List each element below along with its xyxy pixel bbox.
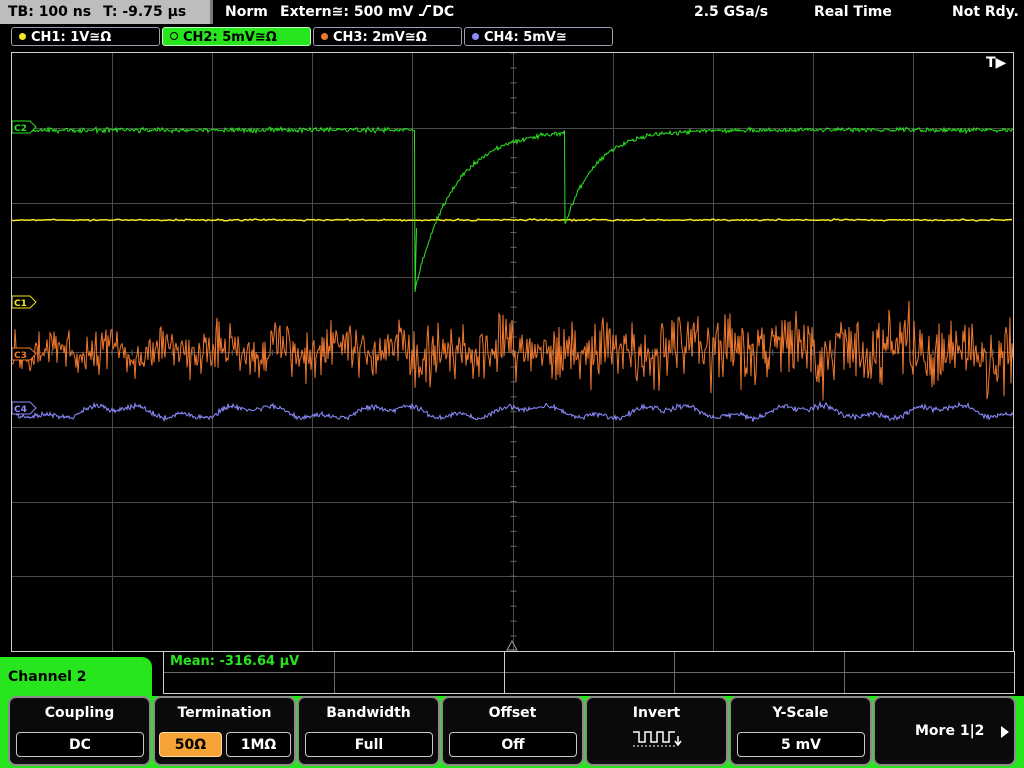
timebase-value: TB: 100 ns — [8, 4, 92, 20]
channel-tab-ch2[interactable]: CH2: 5mV≅Ω — [162, 27, 311, 46]
channel-tab-ch4[interactable]: CH4: 5mV≅ — [464, 27, 613, 46]
arrow-right-icon — [999, 724, 1011, 744]
termination-1mohm-option[interactable]: 1MΩ — [226, 732, 291, 757]
channel-marker-ch2: C2 — [12, 120, 37, 134]
channel-tab-ch1[interactable]: CH1: 1V≅Ω — [11, 27, 160, 46]
channel-color-dot — [472, 33, 479, 40]
softkey-title: Y-Scale — [772, 705, 829, 721]
measurement-cell-divider — [674, 652, 675, 693]
softkey-title: Coupling — [44, 705, 115, 721]
termination-softkey[interactable]: Termination 50Ω 1MΩ — [153, 696, 296, 766]
bandwidth-softkey[interactable]: Bandwidth Full — [297, 696, 440, 766]
coupling-value[interactable]: DC — [16, 732, 144, 757]
measurement-divider — [164, 672, 1014, 673]
rising-edge-icon — [418, 1, 432, 16]
sample-rate: 2.5 GSa/s — [694, 4, 769, 20]
yscale-softkey[interactable]: Y-Scale 5 mV — [729, 696, 872, 766]
waveform-traces — [12, 125, 1013, 423]
channel-markers: C1 C3 C4 C2 — [12, 120, 37, 415]
termination-50ohm-option[interactable]: 50Ω — [159, 732, 222, 757]
svg-text:C4: C4 — [14, 405, 27, 415]
channel-tab-label: CH2: 5mV≅Ω — [183, 30, 277, 45]
trace-ch2 — [12, 125, 1013, 293]
more-softkey[interactable]: More 1|2 — [873, 696, 1016, 766]
softkey-title: Invert — [632, 705, 681, 721]
measurement-mean: Mean: -316.64 µV — [170, 654, 300, 669]
trigger-coupling: DC — [432, 4, 455, 20]
more-label: More 1|2 — [915, 723, 985, 739]
menu-title: Channel 2 — [8, 669, 87, 685]
channel-tab-label: CH3: 2mV≅Ω — [333, 30, 427, 45]
channel-color-dot — [170, 32, 178, 40]
trigger-source[interactable]: Extern≅: 500 mV DC — [280, 0, 454, 24]
trigger-offset-icon — [506, 639, 518, 651]
waveform-svg: C1 C3 C4 C2 T▶ — [12, 53, 1013, 651]
svg-text:C3: C3 — [14, 351, 27, 361]
measurement-cell-divider — [504, 652, 505, 693]
measurement-cell-divider — [844, 652, 845, 693]
timebase-box[interactable]: TB: 100 ns T: -9.75 µs — [0, 0, 213, 24]
square-wave-invert-icon — [587, 728, 726, 754]
status-bar: TB: 100 ns T: -9.75 µs Norm Extern≅: 500 … — [0, 0, 1024, 24]
channel-color-dot — [321, 33, 328, 40]
svg-text:C2: C2 — [14, 124, 27, 134]
trigger-source-label: Extern≅: 500 mV — [280, 4, 414, 20]
channel-tabs: CH1: 1V≅Ω CH2: 5mV≅Ω CH3: 2mV≅Ω CH4: 5mV… — [0, 26, 1024, 48]
offset-softkey[interactable]: Offset Off — [441, 696, 584, 766]
trigger-position-marker: T▶ — [986, 55, 1007, 71]
channel-tab-ch3[interactable]: CH3: 2mV≅Ω — [313, 27, 462, 46]
trigger-time-value: T: -9.75 µs — [103, 4, 187, 20]
svg-text:C1: C1 — [14, 299, 27, 309]
channel-marker-ch4: C4 — [12, 401, 37, 415]
channel-color-dot — [19, 33, 26, 40]
trigger-mode[interactable]: Norm — [225, 0, 268, 24]
waveform-display[interactable]: C1 C3 C4 C2 T▶ — [11, 52, 1014, 652]
trigger-status: Not Rdy. — [952, 4, 1019, 20]
channel-tab-label: CH4: 5mV≅ — [484, 30, 567, 45]
trace-ch1 — [12, 218, 1013, 222]
softkey-title: Offset — [488, 705, 537, 721]
acquisition-mode[interactable]: Real Time — [814, 0, 892, 24]
offset-value[interactable]: Off — [449, 732, 577, 757]
channel-tab-label: CH1: 1V≅Ω — [31, 30, 112, 45]
invert-softkey[interactable]: Invert — [585, 696, 728, 766]
channel-marker-ch1: C1 — [12, 295, 37, 309]
yscale-value[interactable]: 5 mV — [737, 732, 865, 757]
softkey-title: Termination — [177, 705, 272, 721]
coupling-softkey[interactable]: Coupling DC — [8, 696, 151, 766]
measurement-panel[interactable]: Mean: -316.64 µV — [163, 651, 1015, 694]
bandwidth-value[interactable]: Full — [305, 732, 433, 757]
softkey-title: Bandwidth — [326, 705, 411, 721]
measurement-cell-divider — [334, 652, 335, 693]
